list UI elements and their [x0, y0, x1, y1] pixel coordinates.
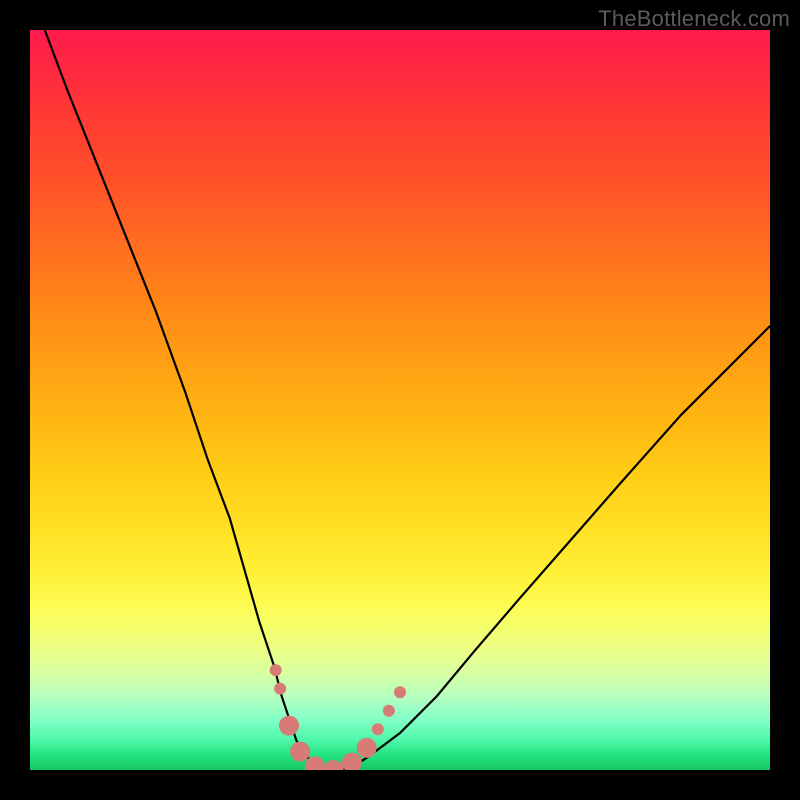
chart-frame: TheBottleneck.com — [0, 0, 800, 800]
highlight-dot — [357, 738, 377, 758]
chart-svg — [30, 30, 770, 770]
highlight-dot — [274, 683, 286, 695]
plot-area — [30, 30, 770, 770]
highlight-dot — [323, 760, 343, 770]
highlight-dot — [270, 664, 282, 676]
highlight-dot — [290, 742, 310, 762]
highlight-dot — [342, 753, 362, 770]
curve-path — [45, 30, 770, 770]
highlight-dot — [394, 686, 406, 698]
highlight-dots — [270, 664, 406, 770]
highlight-dot — [383, 705, 395, 717]
highlight-dot — [372, 723, 384, 735]
highlight-dot — [279, 716, 299, 736]
watermark-text: TheBottleneck.com — [598, 6, 790, 32]
